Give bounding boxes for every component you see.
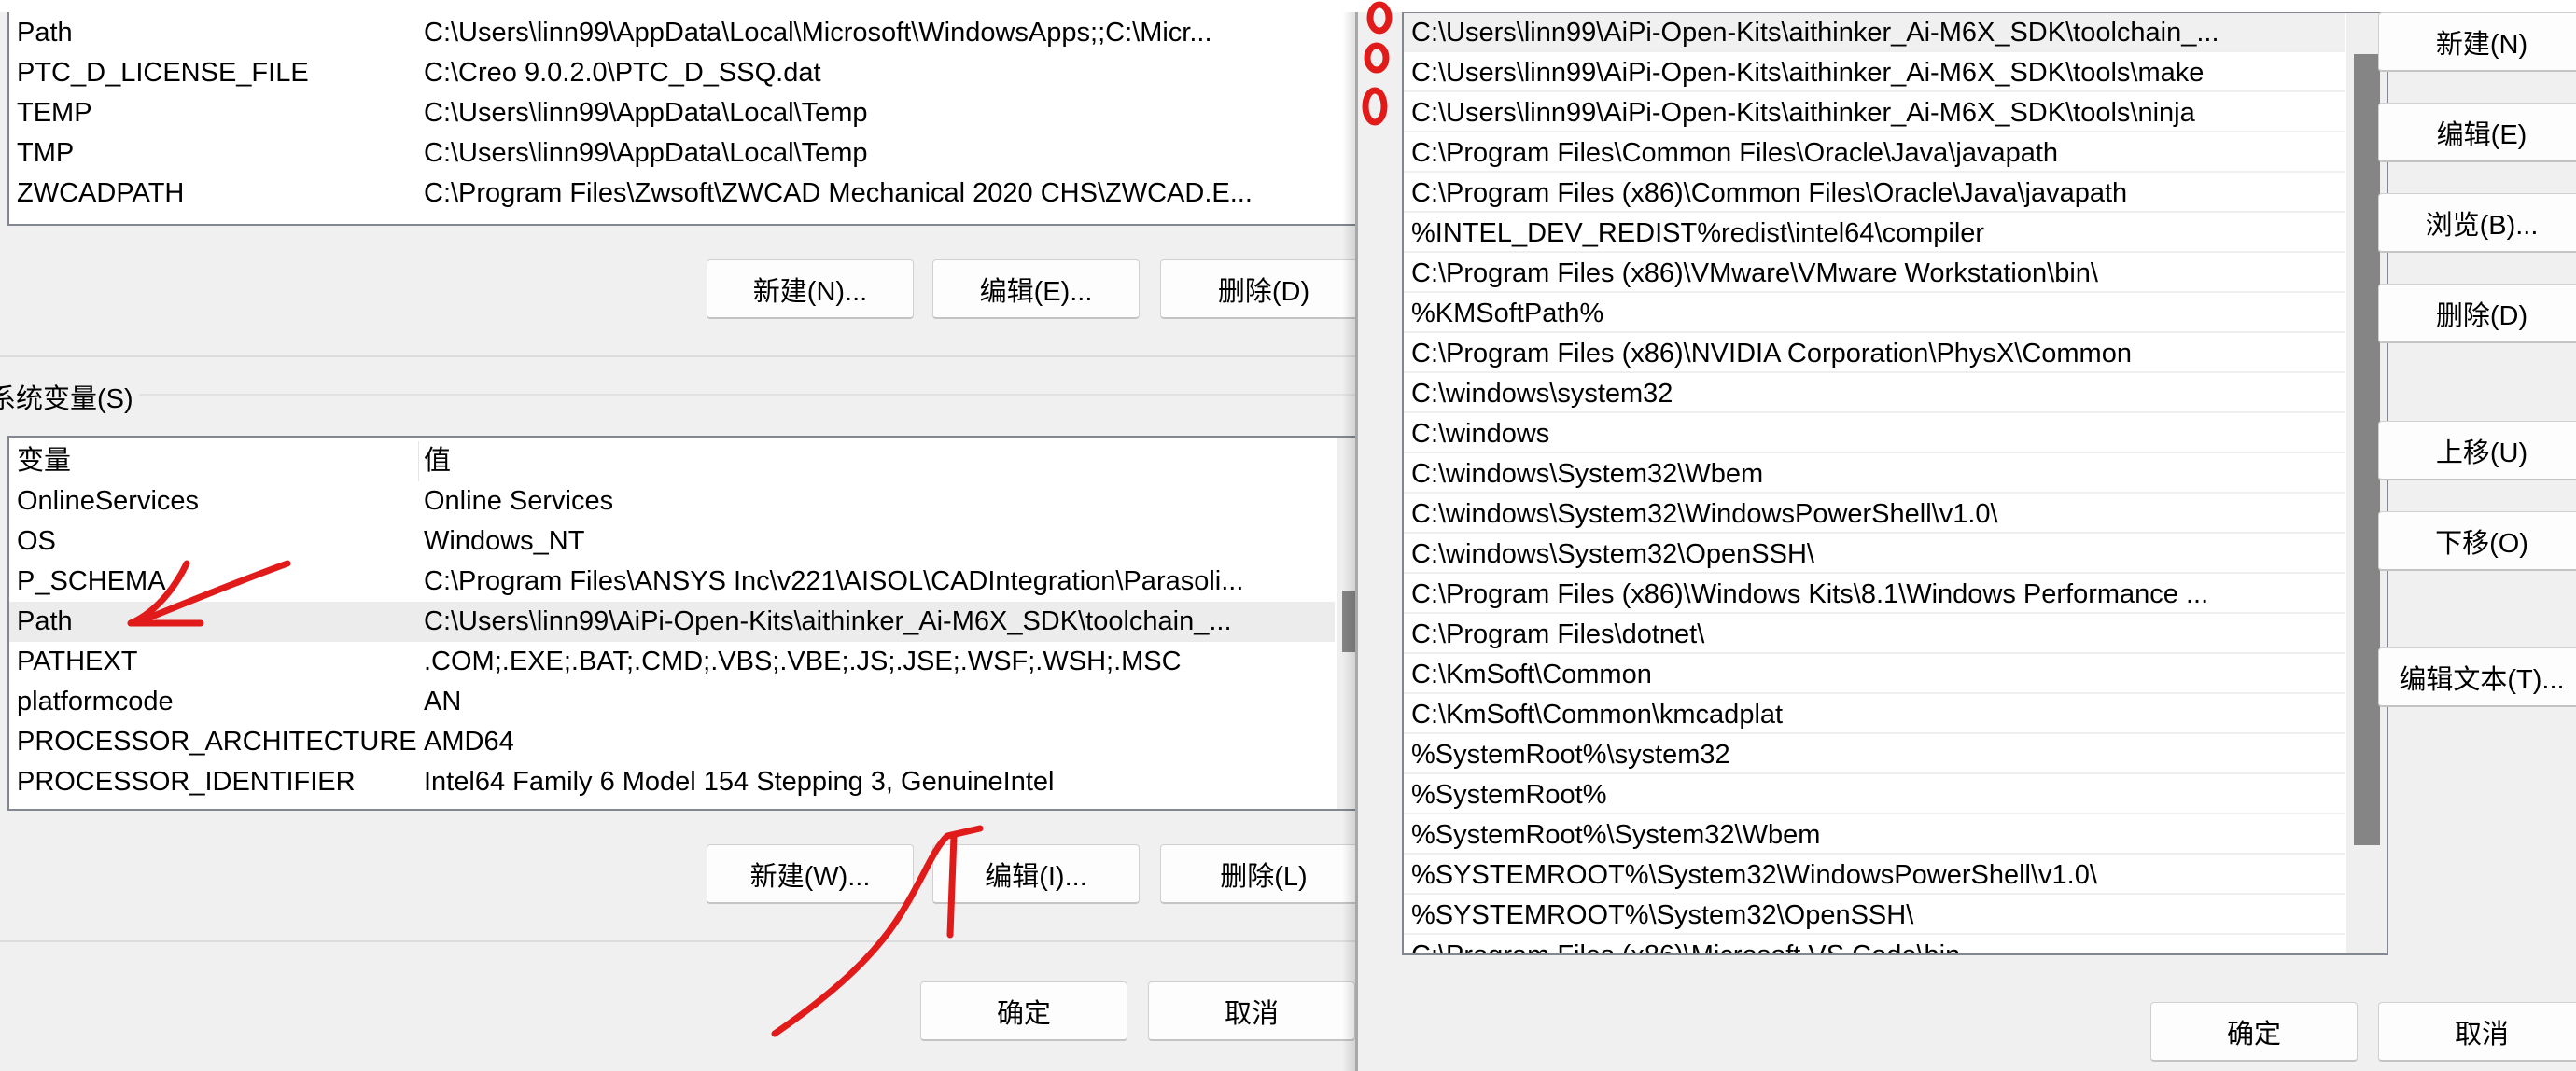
path-move-down-button[interactable]: 下移(O)	[2378, 511, 2576, 571]
variable-value: C:\Creo 9.0.2.0\PTC_D_SSQ.dat	[424, 58, 821, 88]
system-variable-row[interactable]: PROCESSOR_IDENTIFIER Intel64 Family 6 Mo…	[9, 762, 1335, 802]
path-entry[interactable]: C:\Users\linn99\AiPi-Open-Kits\aithinker…	[1404, 53, 2345, 92]
system-variable-row[interactable]: PATHEXT .COM;.EXE;.BAT;.CMD;.VBS;.VBE;.J…	[9, 642, 1335, 682]
variable-value: AN	[424, 687, 462, 716]
path-entry[interactable]: C:\Program Files (x86)\Windows Kits\8.1\…	[1404, 575, 2345, 614]
left-cancel-button[interactable]: 取消	[1148, 981, 1355, 1041]
path-cancel-button[interactable]: 取消	[2378, 1002, 2576, 1062]
variable-value: AMD64	[424, 727, 514, 757]
variable-name: PROCESSOR_IDENTIFIER	[17, 767, 356, 797]
system-variables-group-label: 系统变量(S)	[0, 377, 139, 416]
user-variables-list[interactable]: Path C:\Users\linn99\AppData\Local\Micro…	[7, 0, 1355, 226]
variable-name: P_SCHEMA	[17, 566, 166, 596]
variable-value: Intel64 Family 6 Model 154 Stepping 3, G…	[424, 767, 1055, 797]
variable-name: ZWCADPATH	[17, 178, 185, 208]
path-entries-list[interactable]: C:\Users\linn99\AiPi-Open-Kits\aithinker…	[1402, 11, 2388, 955]
system-variable-row[interactable]: OnlineServices Online Services	[9, 481, 1335, 522]
user-variable-row[interactable]: TMP C:\Users\linn99\AppData\Local\Temp	[9, 133, 1335, 174]
path-move-up-button[interactable]: 上移(U)	[2378, 421, 2576, 480]
variable-value: C:\Program Files\Zwsoft\ZWCAD Mechanical…	[424, 178, 1253, 208]
footer-divider	[0, 940, 1355, 942]
variable-name: Path	[17, 18, 73, 48]
variable-name: OnlineServices	[17, 486, 200, 516]
path-entry[interactable]: C:\Program Files\dotnet\	[1404, 615, 2345, 654]
path-entry[interactable]: C:\Program Files (x86)\Common Files\Orac…	[1404, 174, 2345, 213]
path-list-scroll-thumb[interactable]	[2354, 54, 2380, 845]
variable-value: C:\Users\linn99\AppData\Local\Microsoft\…	[424, 18, 1212, 48]
path-edit-button[interactable]: 编辑(E)	[2378, 103, 2576, 162]
path-entry[interactable]: %SYSTEMROOT%\System32\WindowsPowerShell\…	[1404, 855, 2345, 895]
path-entry[interactable]: %SystemRoot%	[1404, 775, 2345, 814]
variable-value: C:\Users\linn99\AiPi-Open-Kits\aithinker…	[424, 606, 1232, 636]
variable-name: OS	[17, 526, 56, 556]
variable-value: C:\Program Files\ANSYS Inc\v221\AISOL\CA…	[424, 566, 1244, 596]
variable-value: Windows_NT	[424, 526, 585, 556]
path-edit-text-button[interactable]: 编辑文本(T)...	[2378, 647, 2576, 707]
top-strip	[0, 0, 2576, 12]
path-entry[interactable]: C:\windows\System32\Wbem	[1404, 454, 2345, 494]
variable-value: Online Services	[424, 486, 614, 516]
path-entry[interactable]: C:\Program Files (x86)\Microsoft VS Code…	[1404, 936, 2345, 953]
path-entry[interactable]: C:\KmSoft\Common	[1404, 655, 2345, 694]
path-entry[interactable]: %SYSTEMROOT%\System32\OpenSSH\	[1404, 896, 2345, 935]
path-entry[interactable]: C:\Users\linn99\AiPi-Open-Kits\aithinker…	[1404, 13, 2345, 52]
system-new-button[interactable]: 新建(W)...	[707, 844, 914, 904]
system-variables-header: 变量 值	[9, 441, 1335, 481]
system-delete-button[interactable]: 删除(L)	[1160, 844, 1355, 904]
column-header-variable[interactable]: 变量	[17, 441, 419, 481]
user-variable-row[interactable]: PTC_D_LICENSE_FILE C:\Creo 9.0.2.0\PTC_D…	[9, 53, 1335, 93]
path-entry[interactable]: C:\Program Files\Common Files\Oracle\Jav…	[1404, 133, 2345, 173]
section-divider	[0, 355, 1355, 357]
user-variable-row[interactable]: ZWCADPATH C:\Program Files\Zwsoft\ZWCAD …	[9, 174, 1335, 214]
path-new-button[interactable]: 新建(N)	[2378, 12, 2576, 72]
variable-name: PATHEXT	[17, 647, 138, 676]
system-list-scrollbar[interactable]	[1337, 438, 1355, 809]
variable-name: TEMP	[17, 98, 92, 128]
system-variable-row[interactable]: P_SCHEMA C:\Program Files\ANSYS Inc\v221…	[9, 562, 1335, 602]
path-delete-button[interactable]: 删除(D)	[2378, 284, 2576, 343]
variable-value: .COM;.EXE;.BAT;.CMD;.VBS;.VBE;.JS;.JSE;.…	[424, 647, 1182, 676]
path-browse-button[interactable]: 浏览(B)...	[2378, 193, 2576, 253]
environment-variables-dialog: Path C:\Users\linn99\AppData\Local\Micro…	[0, 0, 1355, 1071]
system-variable-row[interactable]: platformcode AN	[9, 682, 1335, 722]
system-variable-row[interactable]: Path C:\Users\linn99\AiPi-Open-Kits\aith…	[9, 602, 1335, 642]
user-variable-row[interactable]: TEMP C:\Users\linn99\AppData\Local\Temp	[9, 93, 1335, 133]
path-entry[interactable]: C:\windows\System32\WindowsPowerShell\v1…	[1404, 494, 2345, 534]
system-variable-row[interactable]: OS Windows_NT	[9, 522, 1335, 562]
path-entry[interactable]: %INTEL_DEV_REDIST%redist\intel64\compile…	[1404, 214, 2345, 253]
left-ok-button[interactable]: 确定	[920, 981, 1127, 1041]
user-new-button[interactable]: 新建(N)...	[707, 259, 914, 319]
path-entry[interactable]: C:\windows	[1404, 414, 2345, 453]
path-ok-button[interactable]: 确定	[2150, 1002, 2358, 1062]
user-edit-button[interactable]: 编辑(E)...	[932, 259, 1140, 319]
path-entry[interactable]: %SystemRoot%\system32	[1404, 735, 2345, 774]
system-edit-button[interactable]: 编辑(I)...	[932, 844, 1140, 904]
path-entry[interactable]: C:\Users\linn99\AiPi-Open-Kits\aithinker…	[1404, 93, 2345, 132]
variable-name: platformcode	[17, 687, 174, 716]
variable-name: Path	[17, 606, 73, 636]
path-entry[interactable]: %SystemRoot%\System32\Wbem	[1404, 815, 2345, 855]
user-variable-row[interactable]: Path C:\Users\linn99\AppData\Local\Micro…	[9, 13, 1335, 53]
variable-name: PROCESSOR_ARCHITECTURE	[17, 727, 417, 757]
variable-value: C:\Users\linn99\AppData\Local\Temp	[424, 138, 868, 168]
path-entry[interactable]: C:\KmSoft\Common\kmcadplat	[1404, 695, 2345, 734]
path-entry[interactable]: C:\Program Files (x86)\NVIDIA Corporatio…	[1404, 334, 2345, 373]
group-box-line	[131, 394, 1355, 396]
path-entry[interactable]: C:\Program Files (x86)\VMware\VMware Wor…	[1404, 254, 2345, 293]
system-variables-list[interactable]: 变量 值 OnlineServices Online Services OS Wi…	[7, 436, 1355, 811]
path-entry[interactable]: C:\windows\system32	[1404, 374, 2345, 413]
system-variable-row[interactable]: PROCESSOR_ARCHITECTURE AMD64	[9, 722, 1335, 762]
path-entry[interactable]: %KMSoftPath%	[1404, 294, 2345, 333]
variable-name: TMP	[17, 138, 75, 168]
path-entry[interactable]: C:\windows\System32\OpenSSH\	[1404, 535, 2345, 574]
variable-value: C:\Users\linn99\AppData\Local\Temp	[424, 98, 868, 128]
edit-path-dialog: C:\Users\linn99\AiPi-Open-Kits\aithinker…	[1355, 0, 2576, 1071]
system-list-scroll-thumb[interactable]	[1342, 591, 1355, 652]
user-delete-button[interactable]: 删除(D)	[1160, 259, 1355, 319]
variable-name: PTC_D_LICENSE_FILE	[17, 58, 309, 88]
column-header-value[interactable]: 值	[424, 441, 1320, 481]
